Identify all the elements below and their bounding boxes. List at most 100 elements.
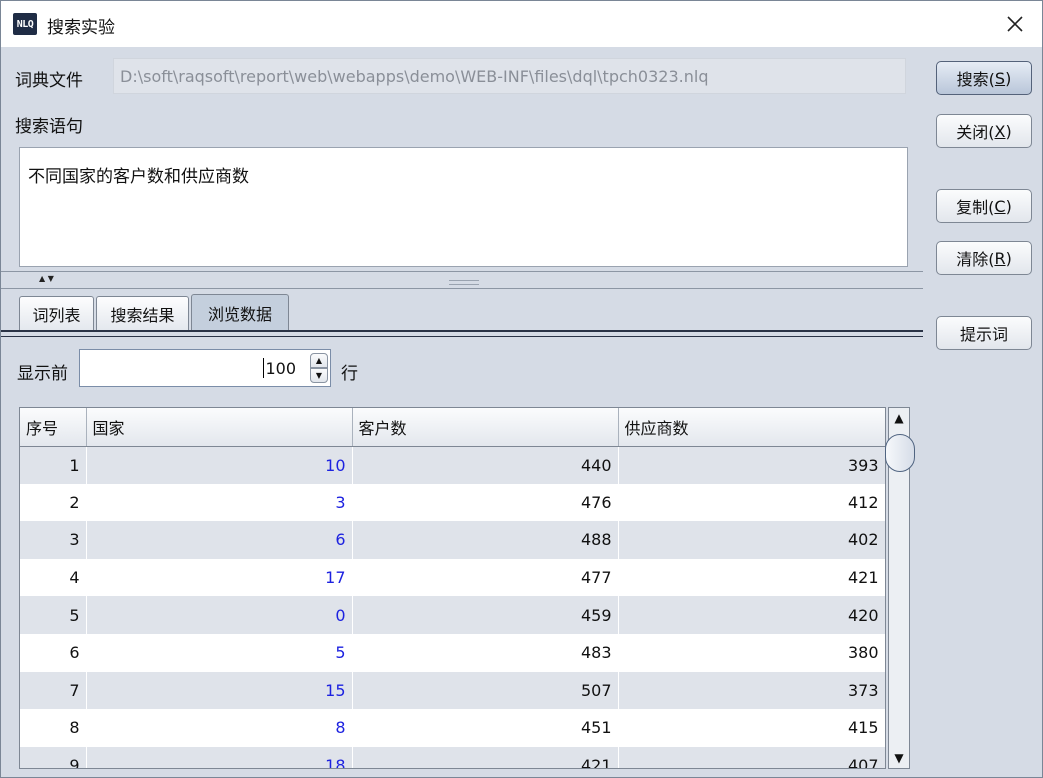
search-experiment-window: NLQ 搜索实验 词典文件 D:\soft\raqsoft\report\web…	[0, 0, 1043, 778]
chevron-down-icon: ▼	[315, 371, 323, 380]
customers-cell: 440	[352, 446, 619, 484]
table-row[interactable]: 6 5 483 380	[20, 633, 885, 672]
column-header-seq[interactable]: 序号	[20, 408, 87, 447]
country-cell[interactable]: 6	[86, 521, 353, 559]
dict-file-field: D:\soft\raqsoft\report\web\webapps\demo\…	[113, 58, 906, 94]
clear-button-label-end: )	[1005, 248, 1012, 268]
country-cell[interactable]: 17	[86, 558, 353, 597]
scroll-down-arrow-icon: ▼	[894, 751, 904, 765]
close-icon	[1007, 16, 1023, 32]
scroll-down-button[interactable]: ▼	[891, 750, 907, 766]
suppliers-cell: 421	[618, 558, 885, 597]
country-cell[interactable]: 15	[86, 671, 353, 710]
column-header-customers[interactable]: 客户数	[352, 408, 619, 447]
tab-browse-data[interactable]: 浏览数据	[191, 294, 289, 330]
customers-cell: 476	[352, 483, 619, 522]
splitter-grip[interactable]	[449, 280, 479, 285]
tab-bar-line	[1, 330, 923, 332]
customers-cell: 459	[352, 596, 619, 634]
suppliers-cell: 402	[618, 521, 885, 559]
customers-cell: 477	[352, 558, 619, 597]
scroll-up-arrow-icon: ▲	[894, 411, 904, 425]
clear-button[interactable]: 清除(R)	[936, 241, 1032, 275]
suppliers-cell: 420	[618, 596, 885, 634]
customers-cell: 488	[352, 521, 619, 559]
spinner-down-button[interactable]: ▼	[310, 368, 328, 383]
customers-cell: 451	[352, 709, 619, 747]
row-number: 4	[20, 558, 87, 597]
clear-button-mnemonic: R	[994, 248, 1006, 268]
country-cell[interactable]: 0	[86, 596, 353, 634]
splitter-bottom-line	[1, 288, 923, 289]
suppliers-cell: 380	[618, 633, 885, 672]
country-cell[interactable]: 5	[86, 633, 353, 672]
tab-search-results[interactable]: 搜索结果	[96, 296, 189, 330]
customers-cell: 483	[352, 633, 619, 672]
row-number: 6	[20, 633, 87, 672]
table-row[interactable]: 1 10 440 393	[20, 446, 885, 484]
row-number: 5	[20, 596, 87, 634]
dict-file-label: 词典文件	[15, 71, 83, 91]
tab-browse-data-label: 浏览数据	[207, 304, 272, 324]
hint-words-button-label: 提示词	[959, 325, 1008, 344]
window-title: 搜索实验	[47, 18, 115, 38]
country-cell[interactable]: 18	[86, 746, 353, 768]
tab-word-list-label: 词列表	[32, 305, 81, 325]
row-number: 9	[20, 746, 87, 768]
search-button-mnemonic: S	[994, 68, 1006, 88]
table-header-row: 序号 国家 客户数 供应商数	[20, 408, 885, 447]
close-button[interactable]: 关闭(X)	[936, 114, 1032, 148]
table-row[interactable]: 5 0 459 420	[20, 596, 885, 634]
scroll-up-button[interactable]: ▲	[891, 410, 907, 426]
search-button-label-end: )	[1005, 68, 1012, 88]
copy-button[interactable]: 复制(C)	[936, 189, 1032, 223]
search-button[interactable]: 搜索(S)	[936, 61, 1032, 95]
table-row[interactable]: 9 18 421 407	[20, 746, 885, 768]
splitter-top-line	[1, 271, 923, 272]
customers-cell: 507	[352, 671, 619, 710]
table-scrollbar[interactable]: ▲ ▼	[885, 407, 915, 769]
suppliers-cell: 415	[618, 709, 885, 747]
query-label: 搜索语句	[15, 117, 83, 137]
hint-words-button[interactable]: 提示词	[936, 316, 1032, 350]
show-suffix-label: 行	[341, 364, 358, 384]
country-cell[interactable]: 10	[86, 446, 353, 484]
scrollbar-thumb[interactable]	[885, 434, 915, 472]
table-row[interactable]: 4 17 477 421	[20, 558, 885, 597]
copy-button-label-end: )	[1005, 196, 1012, 216]
column-header-suppliers[interactable]: 供应商数	[618, 408, 885, 447]
table-row[interactable]: 7 15 507 373	[20, 671, 885, 710]
suppliers-cell: 412	[618, 483, 885, 522]
suppliers-cell: 393	[618, 446, 885, 484]
row-number: 1	[20, 446, 87, 484]
copy-button-label: 复制(	[956, 198, 995, 217]
copy-button-mnemonic: C	[994, 196, 1006, 216]
table-row[interactable]: 2 3 476 412	[20, 483, 885, 522]
suppliers-cell: 373	[618, 671, 885, 710]
close-button-label: 关闭(	[956, 123, 995, 142]
customers-cell: 421	[352, 746, 619, 768]
title-bar: NLQ 搜索实验	[1, 1, 1042, 47]
country-cell[interactable]: 8	[86, 709, 353, 747]
table-row[interactable]: 3 6 488 402	[20, 521, 885, 559]
close-button-label-end: )	[1005, 121, 1012, 141]
country-cell[interactable]: 3	[86, 483, 353, 522]
show-prefix-label: 显示前	[17, 364, 68, 384]
query-textarea[interactable]: 不同国家的客户数和供应商数	[19, 147, 908, 267]
data-table[interactable]: 序号 国家 客户数 供应商数 1 10 440 393 2 3 476 412	[19, 407, 886, 769]
row-number: 8	[20, 709, 87, 747]
spinner-up-button[interactable]: ▲	[310, 353, 328, 368]
row-number: 3	[20, 521, 87, 559]
data-grid: 序号 国家 客户数 供应商数 1 10 440 393 2 3 476 412	[20, 408, 885, 768]
column-header-country[interactable]: 国家	[86, 408, 353, 447]
row-number: 7	[20, 671, 87, 710]
row-count-value[interactable]: 100	[265, 359, 296, 378]
table-row[interactable]: 8 8 451 415	[20, 709, 885, 747]
window-close-button[interactable]	[998, 7, 1032, 41]
tab-word-list[interactable]: 词列表	[19, 296, 94, 330]
chevron-up-icon: ▲	[315, 356, 323, 365]
row-count-spinner[interactable]: 100 ▲ ▼	[79, 349, 331, 387]
clear-button-label: 清除(	[956, 250, 995, 269]
splitter-arrows-icon[interactable]: ▲ ▼	[39, 275, 54, 283]
app-logo-icon: NLQ	[13, 13, 37, 35]
